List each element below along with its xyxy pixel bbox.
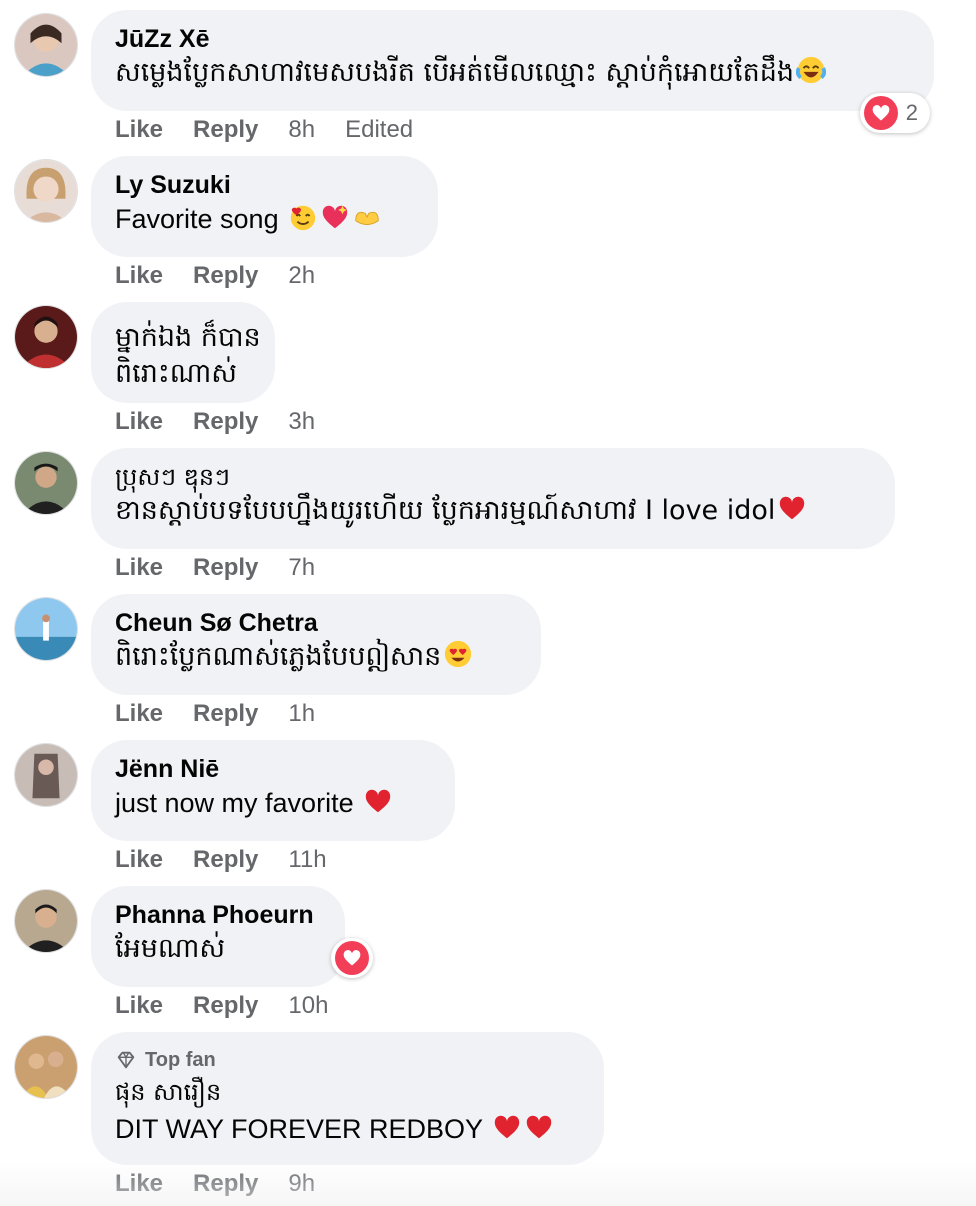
comment-author[interactable]: Ly Suzuki <box>115 170 414 200</box>
like-button[interactable]: Like <box>115 262 163 289</box>
comment-author[interactable]: Jënn Niē <box>115 754 431 784</box>
comment-actions: Like Reply 1h <box>115 699 345 729</box>
top-fan-label: Top fan <box>145 1048 216 1071</box>
top-fan-badge: Top fan <box>115 1046 580 1074</box>
comment-text: Favorite song <box>115 200 414 238</box>
red-heart-emoji <box>777 493 807 523</box>
comment-actions: Like Reply 3h <box>115 407 345 437</box>
comment-line: just now my favorite <box>115 788 354 818</box>
avatar[interactable] <box>14 597 78 661</box>
timestamp[interactable]: 7h <box>288 554 315 581</box>
laughing-tears-emoji <box>795 55 826 85</box>
like-button[interactable]: Like <box>115 700 163 727</box>
avatar[interactable] <box>14 13 78 77</box>
smiling-hearts-emoji <box>288 202 318 232</box>
comment-text: សម្លេងប្លែកសាហាវមេសបងរីត បើអត់មើលឈ្មោះ ស… <box>115 54 910 92</box>
reply-button[interactable]: Reply <box>193 700 258 727</box>
reply-button[interactable]: Reply <box>193 262 258 289</box>
comment-actions: Like Reply 9h <box>115 1169 345 1199</box>
timestamp[interactable]: 11h <box>288 846 326 873</box>
comment-actions: Like Reply 10h <box>115 991 358 1021</box>
edited-label: Edited <box>345 116 414 143</box>
comment-bubble: Cheun Sø Chetra ពិរោះប្លែកណាស់ភ្លេងបែបឦស… <box>91 594 541 695</box>
comment-text: អែមណាស់ <box>115 930 321 968</box>
avatar[interactable] <box>14 1035 78 1099</box>
reply-button[interactable]: Reply <box>193 992 258 1019</box>
like-button[interactable]: Like <box>115 116 163 143</box>
sparkling-heart-emoji <box>320 202 350 232</box>
like-button[interactable]: Like <box>115 1170 163 1197</box>
comment-bubble: Top fan ផុន សារឿន DIT WAY FOREVER REDBOY <box>91 1032 604 1165</box>
comment-line: DIT WAY FOREVER REDBOY <box>115 1114 483 1144</box>
comment-text: ខានស្ដាប់បទបែបហ្នឹងយូរហើយ ប្លែកអារម្មណ៍ស… <box>115 492 871 530</box>
reaction-count: 2 <box>905 100 918 125</box>
like-button[interactable]: Like <box>115 992 163 1019</box>
comment-bubble: JūZz Xē សម្លេងប្លែកសាហាវមេសបងរីត បើអត់មើ… <box>91 10 934 111</box>
reaction-summary[interactable] <box>331 938 373 978</box>
reply-button[interactable]: Reply <box>193 846 258 873</box>
comment-text: DIT WAY FOREVER REDBOY <box>115 1110 580 1148</box>
like-button[interactable]: Like <box>115 554 163 581</box>
timestamp[interactable]: 8h <box>288 116 315 143</box>
comment-bubble: Ly Suzuki Favorite song <box>91 156 438 257</box>
comment-author[interactable]: ផុន សារឿន <box>115 1074 580 1110</box>
comment-author[interactable]: ប្រុសៗ ឌុនៗ <box>115 462 871 492</box>
heart-eyes-emoji <box>443 639 473 669</box>
comment-actions: Like Reply 8h Edited <box>115 115 443 145</box>
reply-button[interactable]: Reply <box>193 408 258 435</box>
comment-bubble: Phanna Phoeurn អែមណាស់ <box>91 886 345 987</box>
comment-line: ខានស្ដាប់បទបែបហ្នឹងយូរហើយ ប្លែកអារម្មណ៍ស… <box>115 495 776 526</box>
comment-bubble: Jënn Niē just now my favorite <box>91 740 455 841</box>
avatar[interactable] <box>14 159 78 223</box>
comment-line: សម្លេងប្លែកសាហាវមេសបងរីត បើអត់មើលឈ្មោះ ស… <box>115 57 794 88</box>
comment-bubble: ម្នាក់ឯង ក៏បាន ពិរោះណាស់ <box>91 302 275 403</box>
timestamp[interactable]: 1h <box>288 700 315 727</box>
comment-line: ពិរោះណាស់ <box>115 358 237 389</box>
avatar[interactable] <box>14 451 78 515</box>
like-button[interactable]: Like <box>115 408 163 435</box>
comment-author[interactable]: Phanna Phoeurn <box>115 900 321 930</box>
timestamp[interactable]: 3h <box>288 408 315 435</box>
comment-text: ម្នាក់ឯង ក៏បាន ពិរោះណាស់ <box>115 320 261 392</box>
heart-reaction-icon <box>335 941 369 975</box>
comment-line: Favorite song <box>115 204 279 234</box>
reply-button[interactable]: Reply <box>193 116 258 143</box>
timestamp[interactable]: 2h <box>288 262 315 289</box>
red-heart-emoji <box>492 1112 522 1142</box>
comment-bubble: ប្រុសៗ ឌុនៗ ខានស្ដាប់បទបែបហ្នឹងយូរហើយ ប្… <box>91 448 895 549</box>
reaction-summary[interactable]: 2 <box>860 93 930 133</box>
reply-button[interactable]: Reply <box>193 554 258 581</box>
comment-author[interactable]: Cheun Sø Chetra <box>115 608 517 638</box>
comment-line: ម្នាក់ឯង ក៏បាន <box>115 322 261 353</box>
comment-actions: Like Reply 11h <box>115 845 357 875</box>
comment-author[interactable]: JūZz Xē <box>115 24 910 54</box>
comment-text: ពិរោះប្លែកណាស់ភ្លេងបែបឦសាន <box>115 638 517 676</box>
comment-line: ពិរោះប្លែកណាស់ភ្លេងបែបឦសាន <box>115 641 442 672</box>
red-heart-emoji <box>363 786 393 816</box>
red-heart-emoji <box>524 1112 554 1142</box>
avatar[interactable] <box>14 889 78 953</box>
comment-actions: Like Reply 7h <box>115 553 345 583</box>
avatar[interactable] <box>14 743 78 807</box>
like-button[interactable]: Like <box>115 846 163 873</box>
heart-hands-emoji <box>352 202 382 232</box>
comment-line: អែមណាស់ <box>115 933 226 964</box>
timestamp[interactable]: 9h <box>288 1170 315 1197</box>
timestamp[interactable]: 10h <box>288 992 328 1019</box>
heart-reaction-icon <box>864 96 898 130</box>
reply-button[interactable]: Reply <box>193 1170 258 1197</box>
diamond-icon <box>117 1051 135 1069</box>
comment-text: just now my favorite <box>115 784 431 822</box>
avatar[interactable] <box>14 305 78 369</box>
comment-actions: Like Reply 2h <box>115 261 345 291</box>
